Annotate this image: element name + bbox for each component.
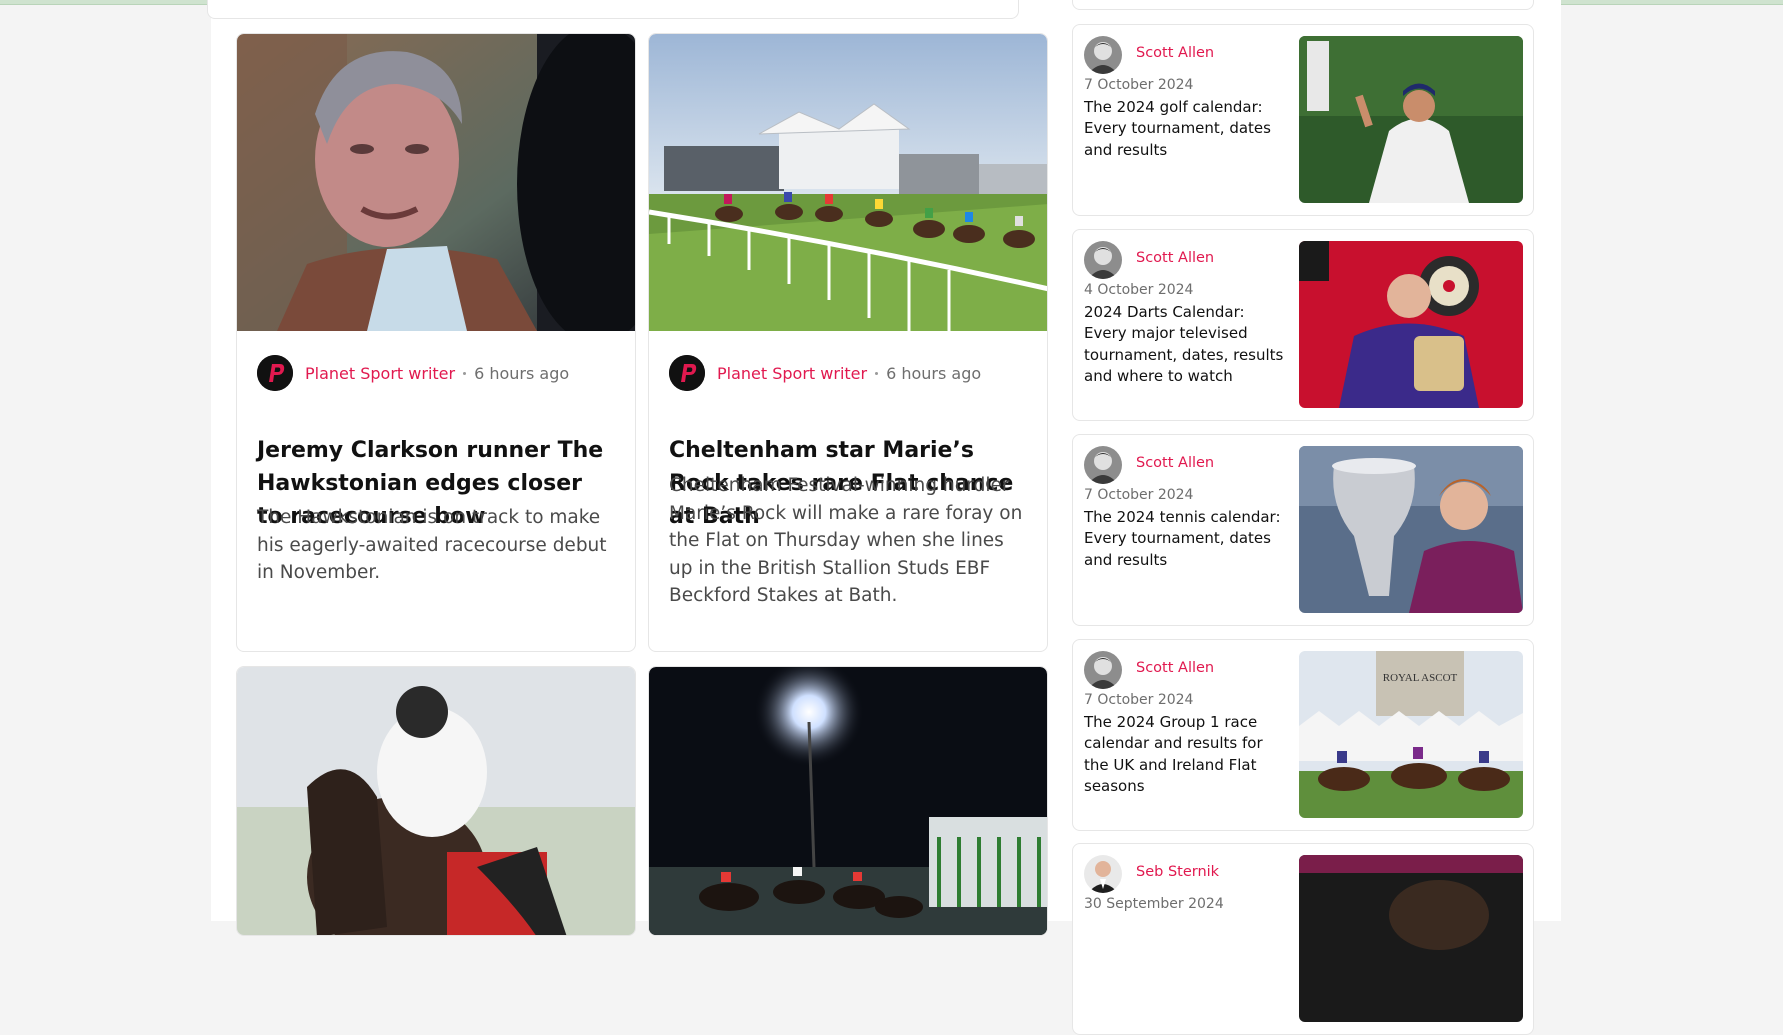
article-image-racecourse[interactable] [649,34,1047,331]
sidebar-thumb-royal-ascot[interactable]: ROYAL ASCOT [1299,651,1523,818]
sidebar-author[interactable]: Scott Allen [1136,250,1214,266]
sidebar-article-card[interactable]: Scott Allen 7 October 2024 The 2024 golf… [1072,24,1534,216]
article-meta: Planet Sport writer 6 hours ago [257,354,569,392]
article-card[interactable]: Planet Sport writer 6 hours ago Jeremy C… [236,33,636,652]
article-card[interactable] [648,666,1048,936]
article-author[interactable]: Planet Sport writer [305,364,455,383]
author-avatar [1084,446,1122,484]
sidebar-author[interactable]: Scott Allen [1136,45,1214,61]
sidebar-author[interactable]: Scott Allen [1136,660,1214,676]
article-description: Cheltenham Festival-winning hurdler Mari… [669,475,1023,606]
sidebar-title[interactable]: 2024 Darts Calendar: Every major televis… [1084,302,1284,387]
article-description: The Hawkstonian is on track to make his … [257,507,607,583]
sidebar-date: 30 September 2024 [1084,896,1224,912]
article-card[interactable]: Planet Sport writer 6 hours ago Cheltenh… [648,33,1048,652]
sidebar-thumb-golf[interactable] [1299,36,1523,203]
sidebar-article-card[interactable]: Scott Allen 7 October 2024 The 2024 tenn… [1072,434,1534,626]
article-card[interactable] [236,666,636,936]
page-content: Planet Sport writer 6 hours ago Jeremy C… [207,0,1561,1035]
sidebar-date: 7 October 2024 [1084,692,1194,708]
sidebar-date: 4 October 2024 [1084,282,1194,298]
sidebar-thumb-darts[interactable] [1299,241,1523,408]
royal-ascot-sign-text: ROYAL ASCOT [1383,672,1458,684]
sidebar-article-card[interactable]: Scott Allen 7 October 2024 The 2024 Grou… [1072,639,1534,831]
sidebar-author[interactable]: Scott Allen [1136,455,1214,471]
sidebar-thumb-tennis[interactable] [1299,446,1523,613]
author-avatar [1084,651,1122,689]
sidebar-title[interactable]: The 2024 tennis calendar: Every tourname… [1084,507,1284,571]
sidebar-title[interactable]: The 2024 golf calendar: Every tournament… [1084,97,1284,161]
article-image-clarkson[interactable] [237,34,635,331]
separator-dot [875,371,879,375]
sidebar-article-card[interactable]: Seb Sternik 30 September 2024 [1072,843,1534,1035]
sidebar-article-card[interactable]: Scott Allen 4 October 2024 2024 Darts Ca… [1072,229,1534,421]
author-avatar [1084,36,1122,74]
sidebar-title[interactable]: The 2024 Group 1 race calendar and resul… [1084,712,1284,797]
article-image-jockey[interactable] [237,667,635,935]
planet-sport-logo-icon [257,355,293,391]
author-avatar [1084,855,1122,893]
article-author[interactable]: Planet Sport writer [717,364,867,383]
separator-dot [463,371,467,375]
sidebar-date: 7 October 2024 [1084,77,1194,93]
sidebar-thumb-snooker[interactable] [1299,855,1523,1022]
previous-sidebar-card-edge [1072,0,1534,10]
sidebar-date: 7 October 2024 [1084,487,1194,503]
article-meta: Planet Sport writer 6 hours ago [669,354,981,392]
previous-card-edge [207,0,1019,19]
article-image-night-racing[interactable] [649,667,1047,935]
sidebar-author[interactable]: Seb Sternik [1136,864,1219,880]
planet-sport-logo-icon [669,355,705,391]
article-time: 6 hours ago [886,363,982,383]
article-time: 6 hours ago [474,363,570,383]
author-avatar [1084,241,1122,279]
